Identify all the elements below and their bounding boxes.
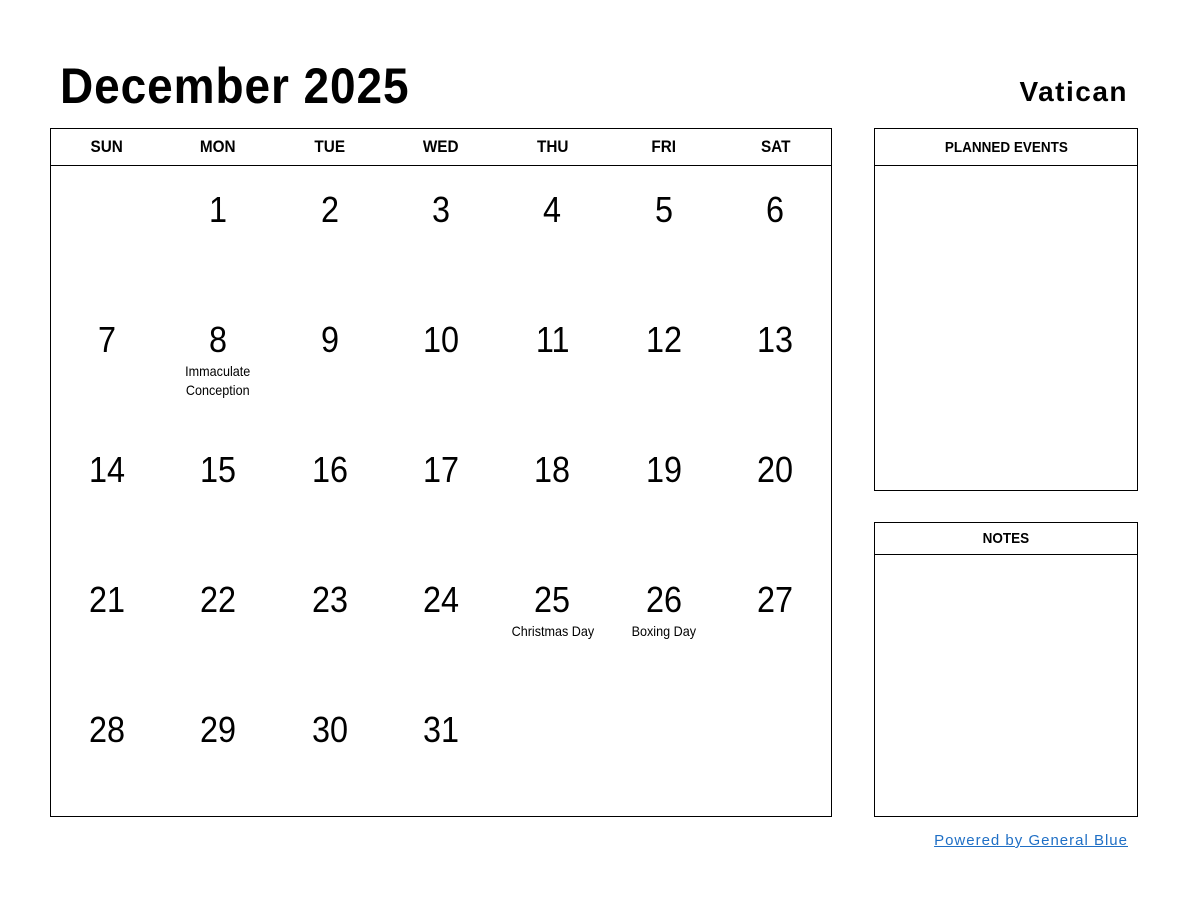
day-number: 28 [88,709,125,750]
powered-by-link[interactable]: Powered by General Blue [934,832,1128,849]
holiday-label: Immaculate Conception [185,363,251,398]
day-cell: 3 [385,166,496,296]
day-number: 13 [757,319,794,360]
day-number: 18 [534,449,571,490]
day-cell: 8 Immaculate Conception [162,296,273,426]
day-number: 14 [88,449,125,490]
day-number: 10 [422,319,460,360]
day-cell: 12 [608,296,719,426]
day-cell: 9 [274,296,385,426]
day-number: 15 [200,449,237,490]
day-number: 23 [311,579,348,620]
day-cell: 18 [497,426,608,556]
day-cell: 30 [274,686,385,816]
day-cell: 15 [162,426,273,556]
day-number: 29 [200,709,237,750]
day-number: 3 [431,189,450,230]
day-cell: 27 [720,556,831,686]
holiday-label: Christmas Day [511,623,594,639]
day-number: 12 [645,319,682,360]
day-number: 6 [766,189,785,230]
holiday-label: Boxing Day [631,623,697,639]
calendar-grid: SUN MON TUE WED THU FRI SAT 1 2 3 4 5 6 7 8 Imma… [50,128,832,817]
day-number: 17 [422,449,460,490]
day-number: 16 [311,449,348,490]
day-cell: 28 [51,686,162,816]
day-number: 24 [422,579,460,620]
day-number: 20 [757,449,794,490]
day-cell [720,686,831,816]
day-cell: 23 [274,556,385,686]
notes-header: NOTES [875,523,1137,555]
weekday-thu: THU [536,137,569,156]
planned-events-panel: PLANNED EVENTS [874,128,1138,491]
weekday-fri: FRI [651,137,677,156]
day-cell [608,686,719,816]
day-cell: 2 [274,166,385,296]
day-cell: 6 [720,166,831,296]
day-number: 1 [209,189,228,230]
weekday-sun: SUN [90,137,123,156]
country-label: Vatican [1019,76,1128,107]
day-cell: 19 [608,426,719,556]
calendar-days: 1 2 3 4 5 6 7 8 Immaculate Conception 9 10 11 12 13 14… [51,166,831,816]
day-number: 31 [422,709,460,750]
weekday-header: SUN MON TUE WED THU FRI SAT [51,129,831,166]
notes-panel: NOTES [874,522,1138,817]
day-cell: 7 [51,296,162,426]
day-number: 11 [535,319,570,360]
day-cell: 20 [720,426,831,556]
weekday-wed: WED [423,137,459,156]
day-cell: 17 [385,426,496,556]
day-number: 27 [757,579,794,620]
day-cell: 21 [51,556,162,686]
day-cell: 25 Christmas Day [497,556,608,686]
day-number: 7 [97,319,116,360]
day-number: 5 [654,189,673,230]
day-number: 9 [320,319,339,360]
day-cell: 16 [274,426,385,556]
day-number: 21 [88,579,125,620]
day-cell: 26 Boxing Day [608,556,719,686]
day-cell [497,686,608,816]
day-cell: 11 [497,296,608,426]
day-number: 2 [320,189,339,230]
day-number: 26 [645,579,682,620]
day-cell: 5 [608,166,719,296]
day-cell: 14 [51,426,162,556]
day-cell: 4 [497,166,608,296]
notes-title: NOTES [982,530,1030,547]
day-cell: 1 [162,166,273,296]
weekday-sat: SAT [760,137,791,156]
day-cell: 31 [385,686,496,816]
day-number: 22 [200,579,237,620]
day-cell: 29 [162,686,273,816]
weekday-mon: MON [200,137,236,156]
day-number: 25 [534,579,571,620]
day-cell: 10 [385,296,496,426]
day-cell: 22 [162,556,273,686]
day-number: 19 [645,449,682,490]
planned-events-header: PLANNED EVENTS [875,129,1137,166]
day-number: 30 [311,709,348,750]
day-cell: 24 [385,556,496,686]
day-number: 4 [543,189,562,230]
day-number: 8 [209,319,228,360]
day-cell: 13 [720,296,831,426]
weekday-tue: TUE [314,137,345,156]
page-title: December 2025 [60,58,410,114]
day-cell [51,166,162,296]
planned-events-title: PLANNED EVENTS [944,138,1068,156]
